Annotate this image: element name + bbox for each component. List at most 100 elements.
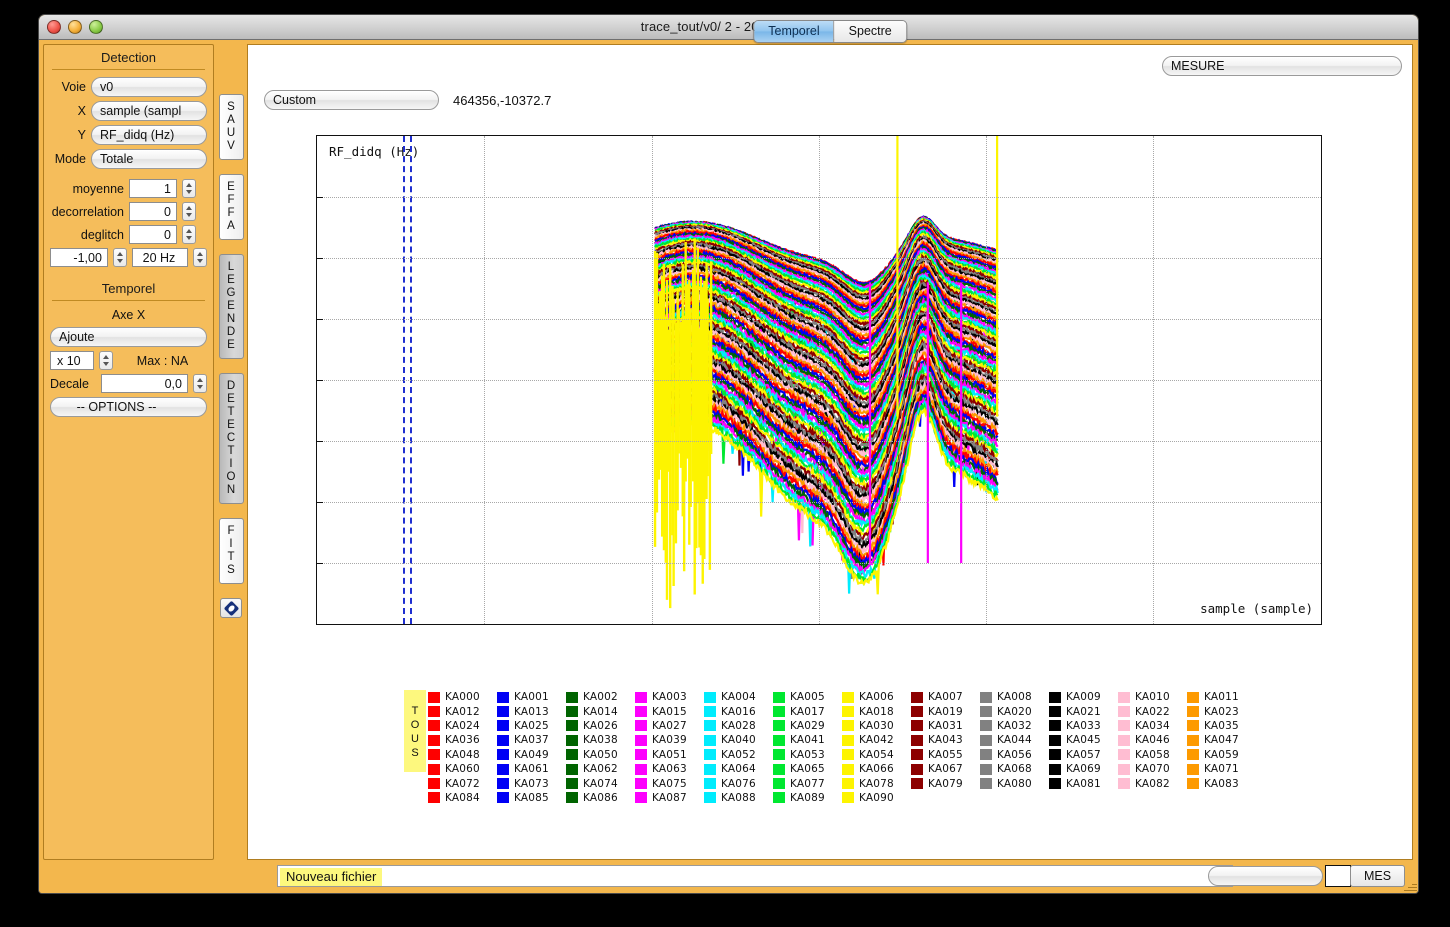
decale-stepper[interactable]	[193, 374, 207, 393]
legend-color-swatch[interactable]	[635, 706, 647, 717]
legend-item[interactable]: KA048	[428, 748, 493, 762]
legend-color-swatch[interactable]	[566, 778, 578, 789]
legend-color-swatch[interactable]	[566, 792, 578, 803]
legend-item[interactable]: KA043	[911, 733, 976, 747]
legend-item[interactable]: KA046	[1118, 733, 1183, 747]
deglitch-input[interactable]: 0	[129, 225, 177, 244]
legend-color-swatch[interactable]	[428, 735, 440, 746]
legend-color-swatch[interactable]	[980, 692, 992, 703]
legend-color-swatch[interactable]	[773, 764, 785, 775]
legend-item[interactable]: KA006	[842, 690, 907, 704]
legend-color-swatch[interactable]	[704, 778, 716, 789]
legend-color-swatch[interactable]	[1049, 706, 1061, 717]
legend-color-swatch[interactable]	[566, 764, 578, 775]
legend-item[interactable]: KA073	[497, 776, 562, 790]
vtab-detection[interactable]: D E T E C T I O N	[219, 373, 244, 504]
legend-item[interactable]: KA070	[1118, 762, 1183, 776]
legend-color-swatch[interactable]	[566, 692, 578, 703]
legend-color-swatch[interactable]	[704, 720, 716, 731]
legend-item[interactable]: KA072	[428, 776, 493, 790]
decale-input[interactable]: 0,0	[101, 374, 188, 393]
legend-item[interactable]: KA054	[842, 748, 907, 762]
legend-item[interactable]: KA008	[980, 690, 1045, 704]
legend-color-swatch[interactable]	[428, 692, 440, 703]
voie-select[interactable]: v0	[91, 77, 207, 97]
legend-color-swatch[interactable]	[704, 735, 716, 746]
legend-item[interactable]: KA076	[704, 776, 769, 790]
legend-color-swatch[interactable]	[1118, 735, 1130, 746]
legend-color-swatch[interactable]	[1187, 764, 1199, 775]
legend-item[interactable]: KA077	[773, 776, 838, 790]
legend-color-swatch[interactable]	[842, 764, 854, 775]
legend-item[interactable]: KA075	[635, 776, 700, 790]
mesure-select[interactable]: MESURE	[1162, 56, 1402, 76]
legend-color-swatch[interactable]	[428, 706, 440, 717]
legend-color-swatch[interactable]	[566, 720, 578, 731]
legend-color-swatch[interactable]	[704, 692, 716, 703]
legend-item[interactable]: KA021	[1049, 704, 1114, 718]
legend-item[interactable]: KA068	[980, 762, 1045, 776]
legend-color-swatch[interactable]	[1187, 692, 1199, 703]
legend-color-swatch[interactable]	[428, 749, 440, 760]
legend-color-swatch[interactable]	[773, 706, 785, 717]
legend-item[interactable]: KA066	[842, 762, 907, 776]
legend-color-swatch[interactable]	[773, 749, 785, 760]
legend-color-swatch[interactable]	[566, 735, 578, 746]
moyenne-stepper[interactable]	[182, 179, 196, 198]
legend-color-swatch[interactable]	[773, 792, 785, 803]
legend-item[interactable]: KA018	[842, 704, 907, 718]
legend-color-swatch[interactable]	[704, 706, 716, 717]
legend-item[interactable]: KA003	[635, 690, 700, 704]
legend-item[interactable]: KA001	[497, 690, 562, 704]
legend-color-swatch[interactable]	[911, 764, 923, 775]
legend-item[interactable]: KA022	[1118, 704, 1183, 718]
legend-item[interactable]: KA087	[635, 791, 700, 805]
legend-item[interactable]: KA089	[773, 791, 838, 805]
legend-item[interactable]: KA014	[566, 704, 631, 718]
frequency-input[interactable]: 20 Hz	[132, 248, 188, 267]
legend-item[interactable]: KA000	[428, 690, 493, 704]
vtab-fits[interactable]: F I T S	[219, 518, 244, 584]
legend-color-swatch[interactable]	[1187, 778, 1199, 789]
legend-item[interactable]: KA009	[1049, 690, 1114, 704]
legend-color-swatch[interactable]	[428, 764, 440, 775]
legend-color-swatch[interactable]	[911, 720, 923, 731]
legend-color-swatch[interactable]	[428, 778, 440, 789]
legend-color-swatch[interactable]	[911, 706, 923, 717]
tab-temporel[interactable]: Temporel	[754, 21, 834, 42]
legend-color-swatch[interactable]	[704, 749, 716, 760]
legend-item[interactable]: KA061	[497, 762, 562, 776]
legend-item[interactable]: KA080	[980, 776, 1045, 790]
legend-color-swatch[interactable]	[1118, 764, 1130, 775]
legend-item[interactable]: KA083	[1187, 776, 1252, 790]
legend-item[interactable]: KA039	[635, 733, 700, 747]
legend-item[interactable]: KA017	[773, 704, 838, 718]
multiplier-stepper[interactable]	[99, 351, 113, 370]
legend-item[interactable]: KA028	[704, 719, 769, 733]
decorrelation-stepper[interactable]	[182, 202, 196, 221]
legend-color-swatch[interactable]	[704, 792, 716, 803]
legend-item[interactable]: KA078	[842, 776, 907, 790]
legend-item[interactable]: KA020	[980, 704, 1045, 718]
legend-item[interactable]: KA084	[428, 791, 493, 805]
legend-color-swatch[interactable]	[911, 692, 923, 703]
legend-color-swatch[interactable]	[635, 720, 647, 731]
ajoute-select[interactable]: Ajoute	[50, 327, 207, 347]
legend-color-swatch[interactable]	[635, 778, 647, 789]
decorrelation-input[interactable]: 0	[129, 202, 177, 221]
legend-item[interactable]: KA013	[497, 704, 562, 718]
legend-item[interactable]: KA079	[911, 776, 976, 790]
mes-input[interactable]	[1325, 865, 1351, 887]
legend-color-swatch[interactable]	[497, 749, 509, 760]
legend-color-swatch[interactable]	[635, 749, 647, 760]
globe-icon[interactable]	[220, 598, 242, 618]
threshold-input[interactable]: -1,00	[50, 248, 108, 267]
legend-item[interactable]: KA071	[1187, 762, 1252, 776]
legend-color-swatch[interactable]	[1049, 749, 1061, 760]
legend-item[interactable]: KA032	[980, 719, 1045, 733]
legend-color-swatch[interactable]	[497, 692, 509, 703]
legend-color-swatch[interactable]	[980, 706, 992, 717]
legend-color-swatch[interactable]	[773, 692, 785, 703]
vtab-effa[interactable]: E F F A	[219, 174, 244, 240]
legend-color-swatch[interactable]	[911, 778, 923, 789]
